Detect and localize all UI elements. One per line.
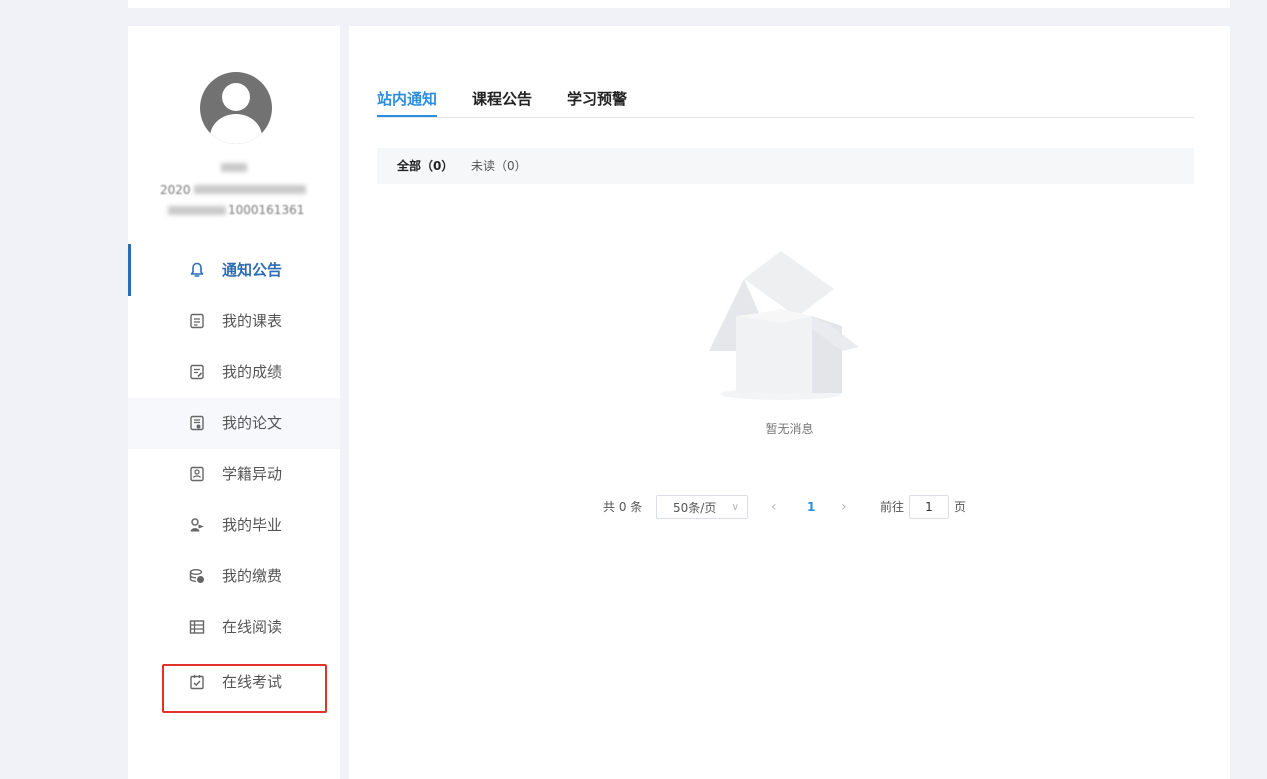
sidebar-item-thesis[interactable]: 我的论文 bbox=[128, 398, 340, 449]
sidebar-item-schedule[interactable]: 我的课表 bbox=[128, 296, 340, 347]
sidebar-item-label: 我的毕业 bbox=[222, 516, 283, 534]
sidebar-item-label: 我的缴费 bbox=[222, 567, 283, 585]
reading-icon bbox=[189, 620, 205, 634]
payment-icon bbox=[189, 569, 204, 583]
goto-label: 前往 bbox=[880, 500, 905, 514]
sidebar-item-reading[interactable]: 在线阅读 bbox=[128, 602, 340, 653]
sidebar-item-graduation[interactable]: 我的毕业 bbox=[128, 500, 340, 551]
next-page-button[interactable]: › bbox=[841, 495, 847, 519]
sidebar-item-exam[interactable]: 在线考试 bbox=[128, 657, 340, 708]
user-avatar-icon[interactable] bbox=[200, 72, 272, 144]
sidebar-item-grades[interactable]: 我的成绩 bbox=[128, 347, 340, 398]
thesis-icon bbox=[190, 415, 204, 431]
page-size-select[interactable]: 50条/页 ∨ bbox=[656, 495, 748, 519]
empty-box-illustration bbox=[709, 251, 859, 400]
page-suffix: 页 bbox=[954, 500, 967, 514]
graduation-icon bbox=[190, 518, 204, 532]
chevron-down-icon: ∨ bbox=[731, 502, 739, 513]
tab-course-announcements[interactable]: 课程公告 bbox=[472, 88, 532, 116]
user-number-redacted bbox=[168, 206, 226, 215]
user-info-redacted bbox=[194, 185, 306, 194]
user-id-line: 2020 bbox=[160, 183, 191, 197]
grades-icon bbox=[190, 364, 204, 380]
sidebar-item-label: 在线考试 bbox=[222, 673, 283, 691]
sidebar-item-label: 我的论文 bbox=[222, 414, 283, 432]
page-size-value: 50条/页 bbox=[673, 501, 717, 515]
sidebar-item-label: 在线阅读 bbox=[222, 618, 283, 636]
sidebar-item-notices[interactable]: 通知公告 bbox=[128, 245, 340, 296]
empty-message: 暂无消息 bbox=[765, 422, 814, 436]
sidebar-item-status-change[interactable]: 学籍异动 bbox=[128, 449, 340, 500]
user-number-line: 1000161361 bbox=[228, 203, 305, 217]
user-name-redacted bbox=[221, 163, 247, 172]
main-content: 站内通知 课程公告 学习预警 全部（0） 未读（0） 暂无消息 共 0 条 50… bbox=[349, 26, 1230, 779]
user-id-prefix: 2020 bbox=[160, 183, 191, 197]
filter-unread[interactable]: 未读（0） bbox=[471, 148, 527, 184]
sidebar-item-label: 通知公告 bbox=[222, 261, 283, 279]
sidebar-item-label: 学籍异动 bbox=[222, 465, 283, 483]
sidebar-item-label: 我的成绩 bbox=[222, 363, 283, 381]
top-header-strip bbox=[128, 0, 1230, 8]
schedule-icon bbox=[190, 313, 204, 329]
filter-bar: 全部（0） 未读（0） bbox=[377, 148, 1194, 184]
goto-page-input[interactable] bbox=[909, 495, 949, 519]
prev-page-button[interactable]: ‹ bbox=[771, 495, 777, 519]
bell-icon bbox=[190, 262, 204, 277]
pagination-total: 共 0 条 bbox=[603, 500, 643, 514]
exam-icon bbox=[190, 675, 204, 690]
filter-all[interactable]: 全部（0） bbox=[397, 148, 453, 184]
tab-study-warnings[interactable]: 学习预警 bbox=[567, 88, 627, 116]
sidebar-item-payment[interactable]: 我的缴费 bbox=[128, 551, 340, 602]
tab-site-notices[interactable]: 站内通知 bbox=[377, 88, 438, 117]
status-change-icon bbox=[190, 466, 204, 482]
sidebar-item-label: 我的课表 bbox=[222, 312, 283, 330]
tab-bar: 站内通知 课程公告 学习预警 bbox=[377, 88, 1194, 118]
page-number-current[interactable]: 1 bbox=[807, 495, 815, 519]
sidebar: 2020 1000161361 通知公告 我的课表 我的成绩 我的论文 学籍异动… bbox=[128, 26, 340, 779]
